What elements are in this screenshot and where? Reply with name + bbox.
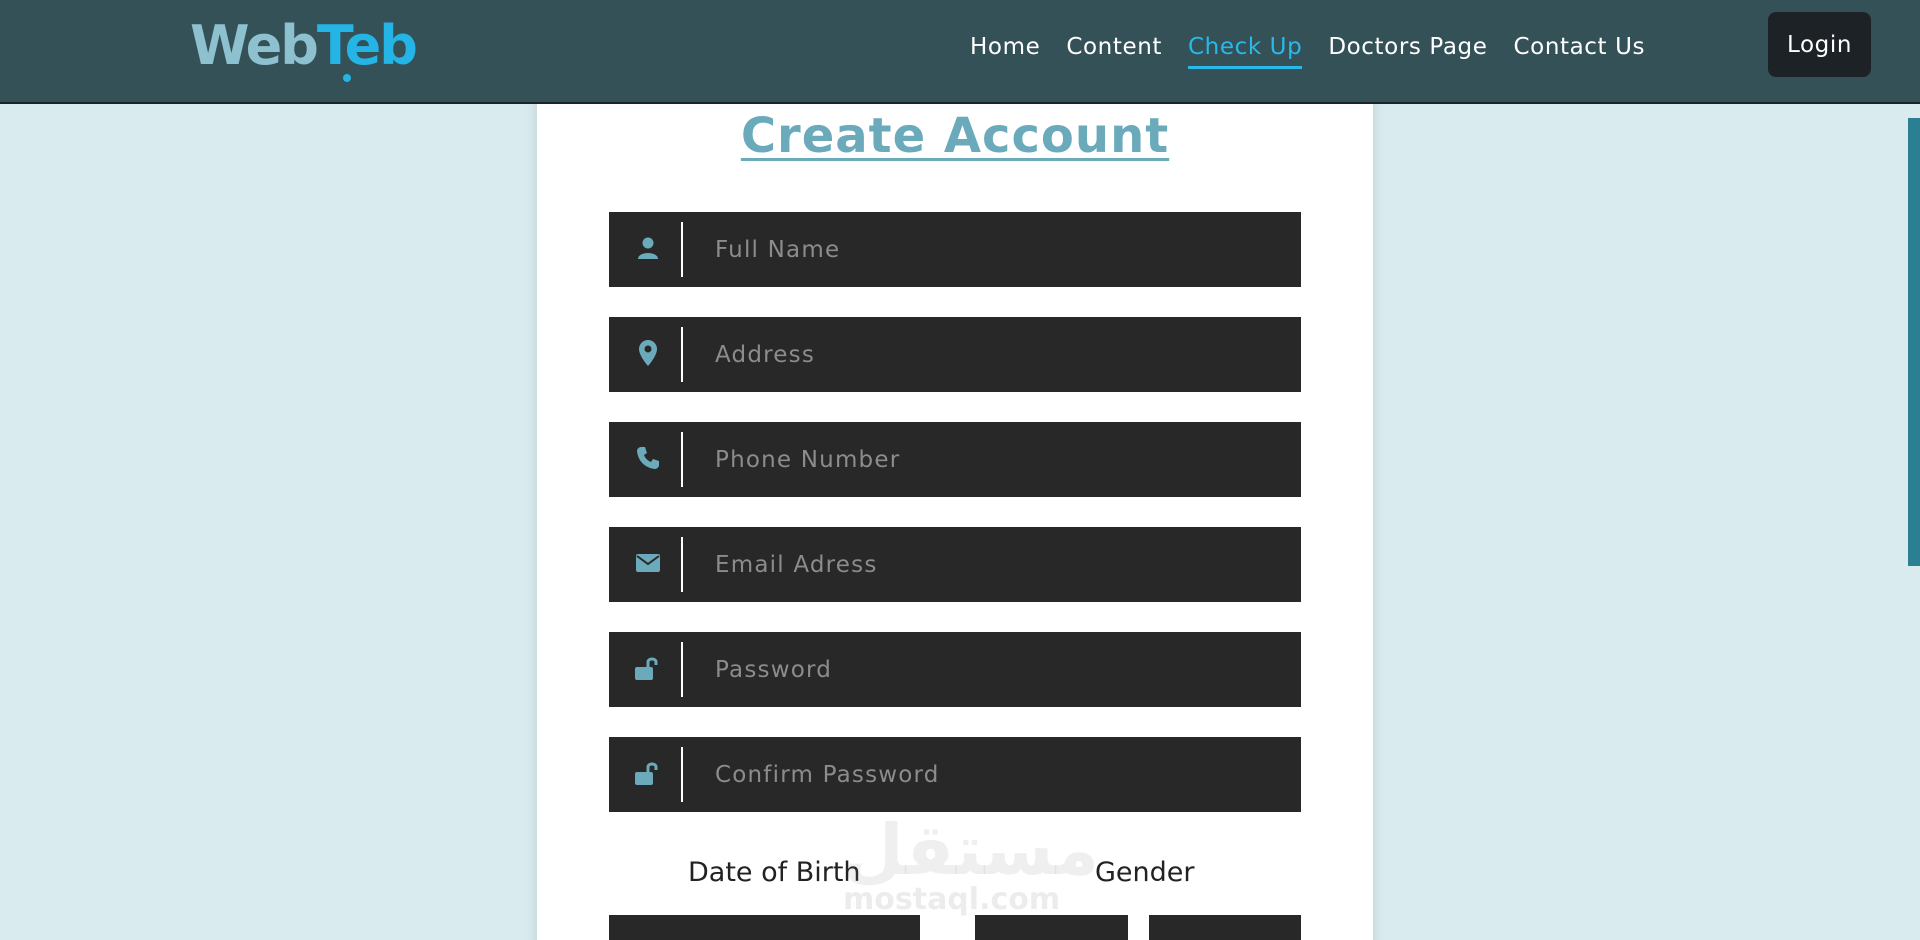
main-nav: Home Content Check Up Doctors Page Conta… <box>970 34 1645 69</box>
nav-contact-us[interactable]: Contact Us <box>1513 34 1645 69</box>
mostaql-watermark: مستقل <box>843 809 1100 891</box>
gender-label: Gender <box>1095 857 1195 888</box>
nav-content[interactable]: Content <box>1066 34 1162 69</box>
user-icon <box>633 233 663 263</box>
page-title-text: Create Account <box>740 108 1170 164</box>
password-field <box>609 632 1301 707</box>
gender-select-female[interactable] <box>1149 915 1301 940</box>
map-pin-icon <box>633 338 663 368</box>
logo-text-teb: Teb <box>316 14 418 77</box>
unlock-icon <box>633 758 663 788</box>
email-field <box>609 527 1301 602</box>
field-separator <box>681 642 683 697</box>
page-title: Create Account <box>537 108 1373 164</box>
field-separator <box>681 222 683 277</box>
envelope-icon <box>633 548 663 578</box>
date-of-birth-label: Date of Birth <box>688 857 861 888</box>
phone-icon <box>633 443 663 473</box>
address-field <box>609 317 1301 392</box>
unlock-icon <box>633 653 663 683</box>
gender-select-male[interactable] <box>975 915 1128 940</box>
mostaql-watermark-url: mostaql.com <box>843 882 1061 917</box>
password-input[interactable] <box>685 632 1285 707</box>
nav-home[interactable]: Home <box>970 34 1040 69</box>
logo-text-web: Web <box>190 14 319 77</box>
logo-dot <box>343 74 351 82</box>
login-button[interactable]: Login <box>1768 12 1871 77</box>
email-input[interactable] <box>685 527 1285 602</box>
webteb-logo[interactable]: WebTeb <box>190 14 418 82</box>
phone-number-input[interactable] <box>685 422 1285 497</box>
full-name-input[interactable] <box>685 212 1285 287</box>
field-separator <box>681 432 683 487</box>
phone-number-field <box>609 422 1301 497</box>
field-separator <box>681 747 683 802</box>
scrollbar-thumb[interactable] <box>1908 118 1920 566</box>
confirm-password-field <box>609 737 1301 812</box>
nav-doctors-page[interactable]: Doctors Page <box>1328 34 1487 69</box>
field-separator <box>681 537 683 592</box>
address-input[interactable] <box>685 317 1285 392</box>
nav-check-up[interactable]: Check Up <box>1188 34 1303 69</box>
field-separator <box>681 327 683 382</box>
confirm-password-input[interactable] <box>685 737 1285 812</box>
full-name-field <box>609 212 1301 287</box>
date-of-birth-select[interactable] <box>609 915 920 940</box>
top-navbar: WebTeb Home Content Check Up Doctors Pag… <box>0 0 1920 104</box>
